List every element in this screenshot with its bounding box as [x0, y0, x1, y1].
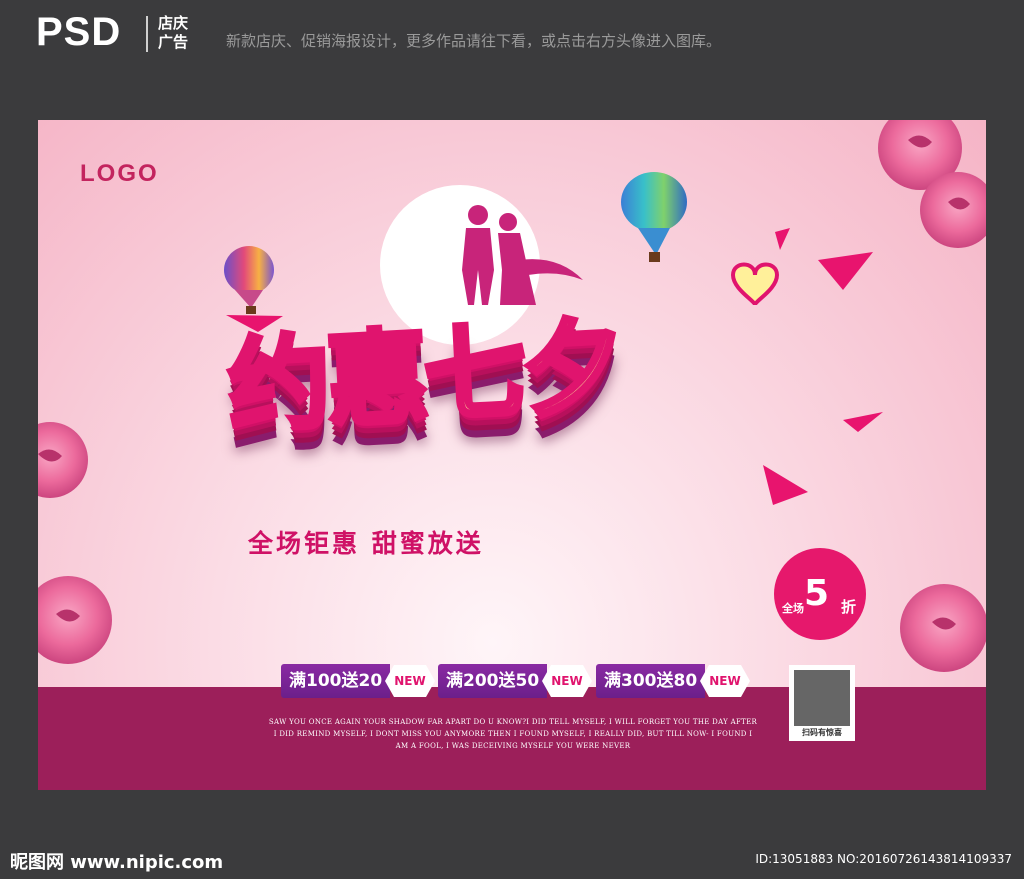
offer-label: 满300送80 — [596, 664, 706, 698]
main-title: 约惠七夕 — [223, 305, 626, 449]
logo: LOGO — [80, 160, 159, 187]
footer-site: 昵图网 www.nipic.com — [10, 852, 224, 873]
offer-label: 满200送50 — [438, 664, 548, 698]
discount-prefix: 全场 — [782, 602, 804, 615]
discount-number: 5 — [804, 573, 830, 614]
poster: LOGO 约惠七夕 全场钜惠 甜蜜放送 全场 5 折 满100送20 NEW 满… — [38, 120, 986, 790]
rose-left-mid-icon — [38, 422, 88, 498]
slogan: 全场钜惠 甜蜜放送 — [248, 529, 484, 558]
discount-suffix: 折 — [841, 598, 857, 616]
footer-id: ID:13051883 NO:20160726143814109337 — [755, 852, 1012, 866]
qr-caption: 扫码有惊喜 — [802, 728, 842, 737]
balloon-large-icon — [621, 172, 687, 262]
header-description: 新款店庆、促销海报设计，更多作品请往下看，或点击右方头像进入图库。 — [226, 32, 722, 50]
top-bar: PSD 店庆 广告 新款店庆、促销海报设计，更多作品请往下看，或点击右方头像进入… — [0, 0, 1024, 70]
new-badge: NEW — [385, 665, 435, 697]
rose-top-right-icon — [878, 120, 986, 248]
english-verse: SAW YOU ONCE AGAIN YOUR SHADOW FAR APART… — [268, 718, 758, 750]
heart-icon — [730, 262, 780, 306]
qr-code-box: 扫码有惊喜 — [789, 665, 855, 741]
rose-left-bottom-icon — [38, 576, 112, 664]
offer-label: 满100送20 — [281, 664, 391, 698]
new-badge: NEW — [700, 665, 750, 697]
header-divider — [146, 16, 148, 52]
rose-right-bottom-icon — [900, 584, 986, 672]
psd-brand: PSD — [36, 10, 122, 54]
qr-code-icon — [794, 670, 850, 726]
category-label: 店庆 广告 — [158, 14, 189, 51]
discount-badge: 全场 5 折 — [774, 548, 866, 640]
new-badge: NEW — [542, 665, 592, 697]
